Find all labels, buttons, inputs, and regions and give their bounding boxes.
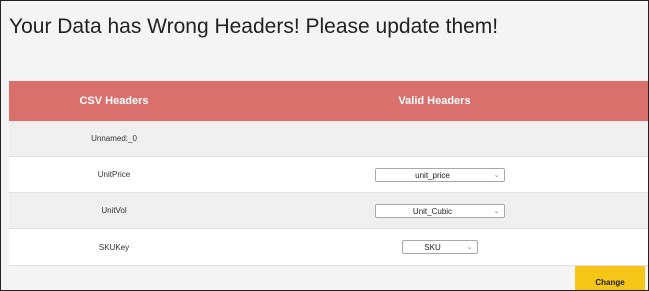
select-value: unit_price [415, 170, 450, 180]
valid-header-select-skukey[interactable]: SKU ⌄ [401, 240, 478, 254]
valid-header-select-unitprice[interactable]: unit_price ⌄ [374, 167, 505, 182]
chevron-down-icon: ⌄ [466, 244, 473, 251]
select-value: SKU [424, 243, 441, 252]
csv-header-cell: UnitPrice [9, 156, 219, 193]
headers-table: CSV Headers Valid Headers Unnamed:_0 Uni… [9, 81, 648, 266]
valid-header-cell: SKU ⌄ [219, 228, 648, 266]
table-row: SKUKey SKU ⌄ [9, 228, 648, 266]
csv-header-cell: UnitVol [9, 192, 219, 229]
page-frame: Your Data has Wrong Headers! Please upda… [0, 0, 649, 291]
table-header-row: CSV Headers Valid Headers [9, 81, 648, 121]
page-title: Your Data has Wrong Headers! Please upda… [9, 15, 499, 38]
valid-header-select-unitvol[interactable]: Unit_Cubic ⌄ [374, 203, 505, 218]
table-row: UnitPrice unit_price ⌄ [9, 156, 648, 193]
change-button[interactable]: Change [575, 266, 645, 290]
valid-header-cell: Unit_Cubic ⌄ [219, 192, 648, 229]
select-value: Unit_Cubic [412, 206, 453, 216]
table-row: UnitVol Unit_Cubic ⌄ [9, 192, 648, 229]
chevron-down-icon: ⌄ [493, 207, 500, 215]
valid-header-cell: unit_price ⌄ [219, 156, 648, 193]
csv-header-cell: SKUKey [9, 228, 219, 266]
chevron-down-icon: ⌄ [493, 171, 500, 179]
table-row: Unnamed:_0 [9, 121, 648, 157]
csv-header-cell: Unnamed:_0 [9, 121, 219, 157]
column-header-valid: Valid Headers [219, 81, 648, 121]
column-header-csv: CSV Headers [9, 81, 219, 121]
valid-header-cell-empty [219, 121, 648, 157]
